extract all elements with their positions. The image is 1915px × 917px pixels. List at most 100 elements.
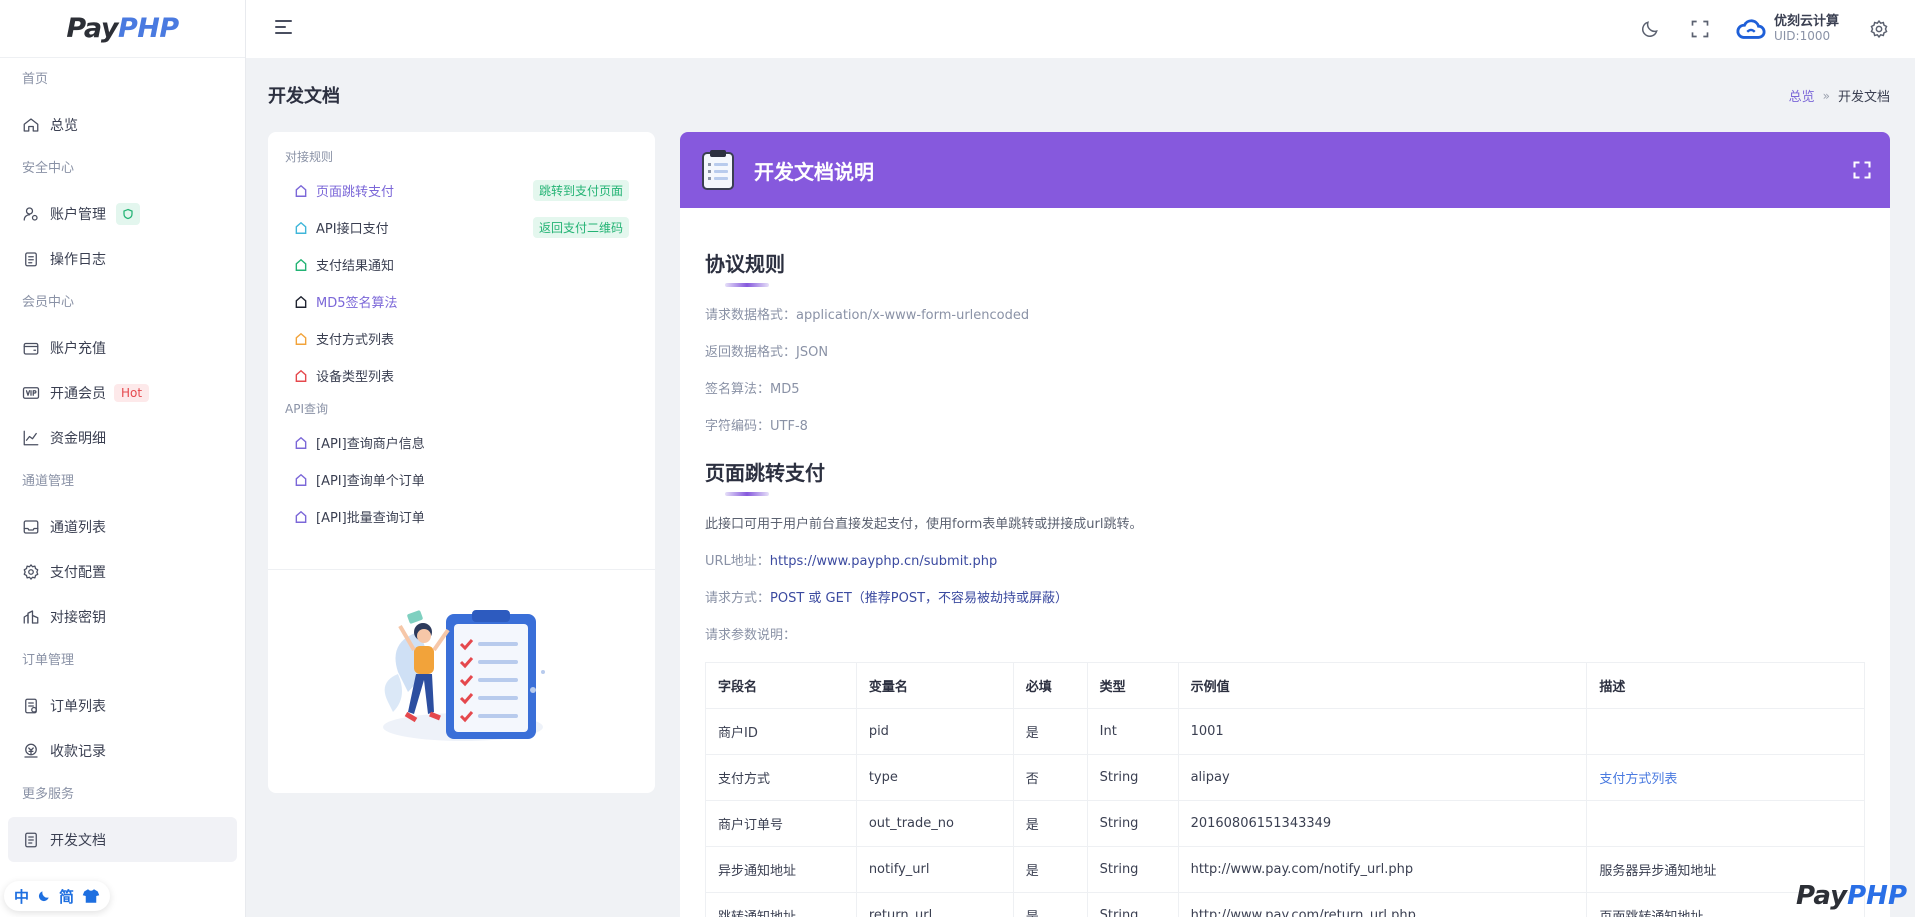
params-table: 字段名 变量名 必填 类型 示例值 描述 商户ID pid 是 Int 1001 支付方式 type 否… [705,662,1865,917]
sidebar-item-label: 账户管理 [50,206,106,223]
sidebar-item[interactable]: 订单列表 [0,683,245,728]
payment-methods-link[interactable]: 支付方式列表 [1586,754,1865,801]
sidebar-item[interactable]: 对接密钥 [0,594,245,639]
settings-gear-icon[interactable] [1869,19,1889,39]
doc-nav-item[interactable]: 支付结果通知 [268,246,655,283]
sidebar-item-label: 开发文档 [50,832,106,849]
doc-house-icon [294,332,308,346]
doc-nav-item[interactable]: API接口支付 返回支付二维码 [268,209,655,246]
sidebar-item[interactable]: 开通会员 Hot [0,370,245,415]
sidebar-item-label: 资金明细 [50,430,106,447]
table-cell: alipay [1177,754,1588,801]
sidebar-group-label: 通道管理 [22,474,75,489]
table-row: 商户ID pid 是 Int 1001 [705,708,1865,755]
doc-nav-label: API接口支付 [316,222,389,237]
table-cell: out_trade_no [855,800,1014,847]
sidebar-group-label: 首页 [22,72,49,87]
document-icon [22,831,40,849]
wallet-icon [22,339,40,357]
doc-nav-item[interactable]: [API]查询单个订单 [268,461,655,498]
sidebar-item[interactable]: 资金明细 [0,415,245,460]
dark-mode-icon[interactable] [1640,19,1660,39]
table-cell: http://www.pay.com/notify_url.php [1177,846,1588,893]
table-header-cell: 示例值 [1177,662,1588,709]
shirt-icon[interactable] [82,888,100,904]
user-name: 优刻云计算 [1773,14,1839,29]
doc-nav-label: 设备类型列表 [316,370,395,385]
lang-zh-label[interactable]: 中 [14,886,29,907]
sidebar-item[interactable]: 通道列表 [0,504,245,549]
rule-value: MD5 [770,382,800,397]
breadcrumb-home-link[interactable]: 总览 [1789,86,1815,105]
sidebar-item-label: 订单列表 [50,698,106,715]
method-row: 请求方式：POST 或 GET（推荐POST，不容易被劫持或屏蔽） [705,580,1865,617]
sidebar-item[interactable]: 开发文档 [8,817,237,862]
table-cell: 跳转通知地址 [705,892,857,917]
doc-house-icon [294,510,308,524]
menu-toggle-icon[interactable] [274,18,294,36]
expand-icon[interactable] [1852,160,1872,180]
page-pay-description: 此接口可用于用户前台直接发起支付，使用form表单跳转或拼接成url跳转。 [705,517,1143,532]
table-cell: type [855,754,1014,801]
url-value[interactable]: https://www.payphp.cn/submit.php [770,554,998,569]
doc-house-icon [294,295,308,309]
doc-nav-tag: 跳转到支付页面 [532,180,629,201]
home-icon [22,116,40,134]
doc-content-header: 开发文档说明 [680,132,1890,208]
hot-badge: Hot [114,383,150,402]
sidebar-item[interactable]: 账户管理 [0,191,245,236]
protocol-rule-row: 字符编码：UTF-8 [705,408,1865,445]
table-cell: 商户订单号 [705,800,857,847]
top-bar: 优刻云计算 UID:1000 [246,0,1915,58]
sidebar-item[interactable]: 支付配置 [0,549,245,594]
section-underline [725,492,769,496]
protocol-rule-row: 签名算法：MD5 [705,371,1865,408]
doc-nav-item[interactable]: [API]查询商户信息 [268,424,655,461]
sidebar-item[interactable]: 收款记录 [0,728,245,773]
lang-simplified-label[interactable]: 简 [59,886,74,907]
breadcrumb: 总览 » 开发文档 [1789,86,1890,106]
table-cell: 支付方式 [705,754,857,801]
doc-nav-item[interactable]: 设备类型列表 [268,357,655,394]
doc-nav-item[interactable]: 页面跳转支付 跳转到支付页面 [268,172,655,209]
rule-key: 签名算法： [705,382,771,397]
user-menu[interactable]: 优刻云计算 UID:1000 [1736,14,1839,44]
breadcrumb-separator-icon: » [1822,88,1830,103]
protocol-rule-row: 请求数据格式：application/x-www-form-urlencoded [705,297,1865,334]
moon-icon[interactable] [37,889,51,903]
sidebar-item[interactable]: 操作日志 [0,236,245,281]
doc-nav-label: MD5签名算法 [316,296,398,311]
logo[interactable]: Pay PHP [0,0,245,58]
sidebar-item-label: 总览 [50,117,78,134]
inbox-icon [22,518,40,536]
sidebar-group-label: 订单管理 [22,653,75,668]
sidebar-group-label: 会员中心 [22,295,75,310]
language-switcher[interactable]: 中 简 [4,881,111,911]
doc-group-api: API查询 [285,402,328,416]
sidebar-item[interactable]: 总览 [0,102,245,147]
gear-icon [22,563,40,581]
logo-text-pay: Pay [66,13,118,44]
rule-value: UTF-8 [770,419,808,434]
doc-nav-label: 支付方式列表 [316,333,395,348]
sidebar-item-label: 账户充值 [50,340,106,357]
table-cell: return_url [855,892,1014,917]
table-cell: 异步通知地址 [705,846,857,893]
doc-house-icon [294,369,308,383]
doc-nav-item[interactable]: MD5签名算法 [268,283,655,320]
doc-nav-card: 对接规则 页面跳转支付 跳转到支付页面 API接口支付 返回支付二维码 支付结果通知 MD… [268,132,655,793]
shield-icon [116,202,140,225]
table-cell: 是 [1012,846,1088,893]
table-row: 支付方式 type 否 String alipay 支付方式列表 [705,754,1865,801]
sidebar: Pay PHP 首页 总览 安全中心 账户管理 操作日志 会员中心 账户充值 开通会员 Hot 资金… [0,0,246,917]
table-cell: String [1086,892,1179,917]
vip-icon [22,384,40,402]
fullscreen-icon[interactable] [1690,19,1710,39]
sidebar-item[interactable]: 账户充值 [0,325,245,370]
doc-nav-item[interactable]: 支付方式列表 [268,320,655,357]
user-settings-icon [22,205,40,223]
sidebar-item-label: 支付配置 [50,564,106,581]
doc-nav-item[interactable]: [API]批量查询订单 [268,498,655,535]
doc-nav-label: [API]批量查询订单 [316,511,425,526]
user-uid: UID:1000 [1773,29,1831,43]
